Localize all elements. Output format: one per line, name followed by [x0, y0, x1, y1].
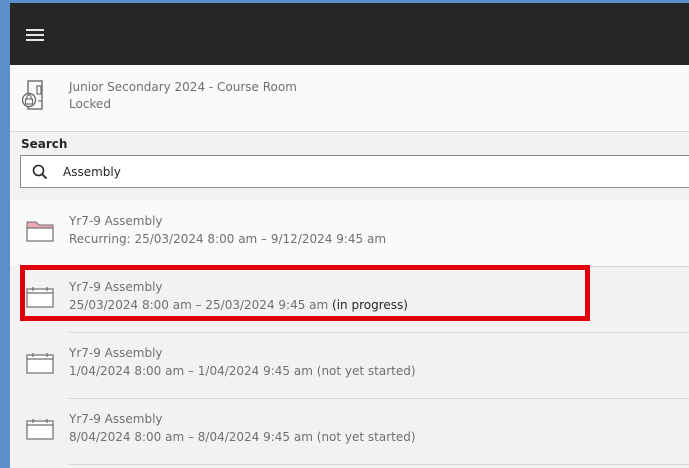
result-time: 8/04/2024 8:00 am – 8/04/2024 9:45 am	[69, 430, 313, 444]
result-time: Recurring: 25/03/2024 8:00 am – 9/12/202…	[69, 232, 387, 246]
result-title: Yr7-9 Assembly	[69, 214, 163, 228]
divider	[69, 464, 689, 465]
result-time-line: 8/04/2024 8:00 am – 8/04/2024 9:45 am (n…	[69, 430, 416, 444]
search-value: Assembly	[63, 165, 121, 179]
result-title: Yr7-9 Assembly	[69, 280, 163, 294]
search-icon	[32, 164, 48, 180]
search-input[interactable]: Assembly	[20, 155, 689, 188]
session-panel: Junior Secondary 2024 - Course Room Lock…	[10, 3, 689, 468]
result-title: Yr7-9 Assembly	[69, 412, 163, 426]
course-room-status: Locked	[69, 97, 111, 111]
folder-icon	[26, 221, 54, 242]
calendar-icon	[26, 287, 54, 308]
locked-door-icon	[22, 80, 43, 110]
search-label: Search	[21, 137, 68, 151]
result-status: (in progress)	[332, 298, 408, 312]
calendar-icon	[26, 419, 54, 440]
result-title: Yr7-9 Assembly	[69, 346, 163, 360]
result-time-line: 25/03/2024 8:00 am – 25/03/2024 9:45 am …	[69, 298, 408, 312]
calendar-icon	[26, 353, 54, 374]
result-status: (not yet started)	[316, 364, 416, 378]
result-item-upcoming[interactable]: Yr7-9 Assembly 8/04/2024 8:00 am – 8/04/…	[10, 398, 689, 464]
result-time-line: 1/04/2024 8:00 am – 1/04/2024 9:45 am (n…	[69, 364, 416, 378]
course-room-header[interactable]: Junior Secondary 2024 - Course Room Lock…	[10, 65, 689, 132]
result-item-recurring[interactable]: Yr7-9 Assembly Recurring: 25/03/2024 8:0…	[10, 200, 689, 266]
course-room-title: Junior Secondary 2024 - Course Room	[69, 80, 297, 94]
top-bar	[10, 3, 689, 65]
result-time: 25/03/2024 8:00 am – 25/03/2024 9:45 am	[69, 298, 329, 312]
result-item-upcoming[interactable]: Yr7-9 Assembly 1/04/2024 8:00 am – 1/04/…	[10, 332, 689, 398]
menu-icon[interactable]	[26, 29, 44, 41]
result-status: (not yet started)	[316, 430, 416, 444]
result-time: 1/04/2024 8:00 am – 1/04/2024 9:45 am	[69, 364, 313, 378]
result-item-in-progress[interactable]: Yr7-9 Assembly 25/03/2024 8:00 am – 25/0…	[10, 266, 689, 332]
